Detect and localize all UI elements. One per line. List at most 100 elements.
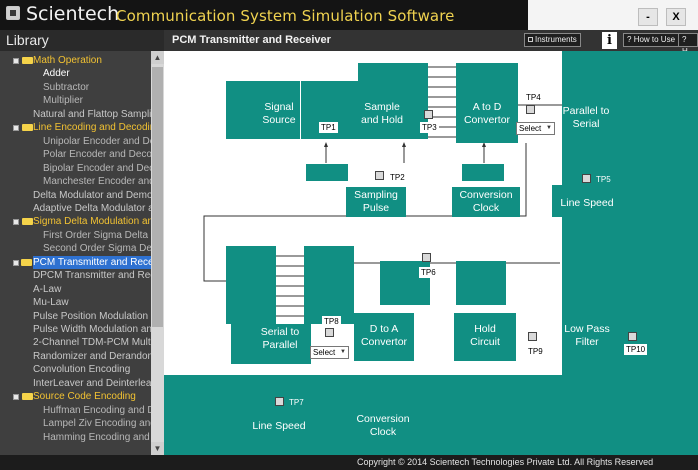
library-item-label: Natural and Flattop Sampling [33, 108, 163, 120]
conversion-clock-connector [462, 164, 504, 181]
tp6-label: TP6 [419, 267, 438, 278]
tp4-label: TP4 [524, 92, 543, 103]
library-item-label: Delta Modulator and Demodulator [33, 189, 164, 201]
simulation-canvas: Signal Source Sample and Hold A to D Conver… [164, 51, 698, 455]
chevron-down-icon: ▼ [340, 349, 346, 355]
folder-icon [22, 393, 33, 401]
library-item-label: InterLeaver and Deinterleaver [33, 377, 164, 389]
tx-select-dropdown[interactable]: Select ▼ [516, 122, 555, 135]
experiment-title: PCM Transmitter and Receiver [172, 34, 331, 46]
app-title: Communication System Simulation Software [116, 7, 455, 25]
scroll-down-icon[interactable]: ▼ [151, 442, 164, 455]
serial-to-parallel-block-b[interactable] [304, 246, 354, 324]
library-item-label: Math Operation [33, 55, 102, 66]
cube-logo-icon [6, 6, 20, 20]
tp1-label: TP1 [319, 122, 338, 133]
window-controls: - X [528, 0, 698, 30]
test-point-icon[interactable] [628, 332, 637, 341]
library-item-label: Source Code Encoding [33, 391, 136, 403]
scroll-up-icon[interactable]: ▲ [151, 51, 164, 64]
tp10-label: TP10 [624, 344, 648, 355]
close-button[interactable]: X [666, 8, 686, 26]
test-point-icon[interactable] [375, 171, 384, 180]
info-icon[interactable]: i [602, 32, 617, 49]
library-item-label: Adder [43, 68, 70, 80]
parallel-to-serial-label: Parallel to Serial [562, 105, 610, 130]
library-item-label: DPCM Transmitter and Receiver [33, 270, 164, 282]
expander-icon[interactable] [13, 394, 19, 401]
instruments-label: Instruments [535, 35, 577, 44]
test-point-icon[interactable] [582, 174, 591, 183]
library-item-label: Bipolar Encoder and Decoder [43, 162, 164, 174]
library-tree: Math Operation Adder Subtractor Multiplier N… [0, 51, 164, 455]
library-item-label: Lampel Ziv Encoding and Decoding [43, 418, 164, 430]
library-footer [0, 455, 164, 470]
help-button[interactable]: ? H [678, 33, 698, 56]
folder-icon [22, 124, 33, 132]
conversion-clock-tx-label: Conversion Clock [459, 189, 513, 214]
library-heading: Library [0, 30, 164, 51]
expander-icon[interactable] [13, 125, 19, 132]
library-item-label: 2-Channel TDM-PCM Multiplexing [33, 337, 164, 349]
tp7-label: TP7 [289, 398, 304, 407]
test-point-icon[interactable] [526, 105, 535, 114]
minimize-button[interactable]: - [638, 8, 658, 26]
tp8-label: TP8 [322, 316, 341, 327]
scroll-thumb[interactable] [152, 67, 163, 327]
library-item-label: Randomizer and Derandomizer [33, 350, 164, 362]
library-item-label: Hamming Encoding and Decoding [43, 431, 164, 443]
canvas-header: PCM Transmitter and Receiver Instruments… [164, 30, 698, 56]
receiver-clock-bar [164, 375, 698, 455]
signal-source-label: Signal Source [262, 101, 296, 126]
tp3-label: TP3 [420, 122, 439, 133]
chevron-down-icon: ▼ [546, 125, 552, 131]
test-point-icon[interactable] [275, 397, 284, 406]
library-item-label: Multiplier [43, 95, 84, 107]
tx-select-value: Select [519, 124, 542, 133]
d-to-a-label: D to A Convertor [360, 323, 408, 348]
library-item-label: Manchester Encoder and Decoder [43, 176, 164, 188]
library-scrollbar[interactable]: ▲ ▼ [151, 51, 164, 455]
expander-icon[interactable] [13, 58, 19, 64]
how-to-use-button[interactable]: ? How to Use [623, 33, 680, 47]
library-item-label: Line Encoding and Decoding [33, 122, 161, 134]
help-icon: ? [682, 35, 687, 44]
library-item-label: Second Order Sigma Delta Modulation [43, 243, 164, 255]
test-point-icon[interactable] [422, 253, 431, 262]
how-to-use-label: How to Use [633, 35, 676, 44]
library-item-label: Unipolar Encoder and Decoder [43, 135, 164, 147]
folder-icon [22, 218, 33, 226]
serial-to-parallel-block[interactable] [226, 246, 276, 324]
instruments-button[interactable]: Instruments [524, 33, 581, 47]
folder-icon [21, 258, 32, 266]
copyright-text: Copyright © 2014 Scientech Technologies … [357, 457, 654, 467]
instruments-icon [528, 37, 533, 42]
library-item-label: Huffman Encoding and Decoding [43, 404, 164, 416]
title-bar: Scientech Communication System Simulatio… [0, 0, 698, 30]
hold-circuit-block-top[interactable] [456, 261, 506, 305]
test-point-icon[interactable] [528, 332, 537, 341]
folder-icon [22, 57, 33, 64]
tp9-label: TP9 [526, 346, 545, 357]
library-item-label: First Order Sigma Delta Modulation [43, 229, 164, 241]
library-item-label: A-Law [33, 283, 62, 295]
sampling-pulse-label: Sampling Pulse [354, 189, 398, 214]
library-item-label: Mu-Law [33, 297, 69, 309]
test-point-icon[interactable] [325, 328, 334, 337]
brand-name: Scientech [26, 3, 120, 25]
help-icon: ? [627, 35, 632, 44]
line-speed-tx-label: Line Speed [560, 197, 614, 209]
status-footer: Copyright © 2014 Scientech Technologies … [164, 455, 698, 470]
rx-select-dropdown[interactable]: Select ▼ [310, 346, 349, 359]
serial-to-parallel-label: Serial to Parallel [260, 326, 300, 351]
library-item-label: Pulse Width Modulation and Demodulation [33, 324, 164, 335]
library-item-label: Convolution Encoding [33, 364, 131, 376]
library-item-label: Pulse Position Modulation and Demodulati… [33, 310, 164, 322]
expander-icon[interactable] [13, 219, 19, 226]
expander-icon[interactable] [13, 259, 19, 266]
low-pass-filter-label: Low Pass Filter [564, 323, 610, 348]
tp2-label: TP2 [388, 172, 407, 183]
line-speed-rx-label: Line Speed [252, 420, 306, 432]
tp5-label: TP5 [596, 175, 611, 184]
test-point-icon[interactable] [424, 110, 433, 119]
